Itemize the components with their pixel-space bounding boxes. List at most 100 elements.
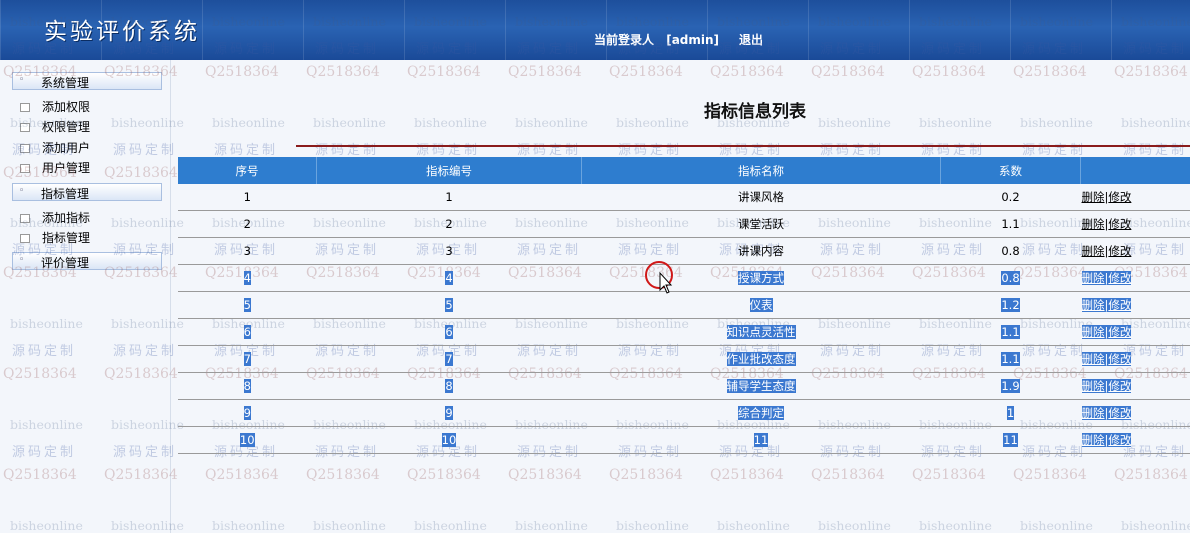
delete-link[interactable]: 删除 (1081, 325, 1105, 339)
mouse-cursor-icon (645, 261, 673, 294)
table-row: 9 9 综合判定 1 删除|修改 (178, 399, 1190, 427)
sidebar-group-evaluation[interactable]: ◦ 评价管理 (12, 252, 162, 270)
delete-link[interactable]: 删除 (1082, 217, 1105, 231)
watermark-text: Q2518364 (710, 467, 784, 483)
watermark-text: bisheonline (1020, 518, 1093, 533)
watermark-text: Q2518364 (912, 467, 986, 483)
collapse-icon: ◦ (19, 255, 25, 265)
column-header-code: 指标编号 (316, 157, 582, 184)
tree-node-icon (20, 123, 30, 132)
watermark-text: 源码定制 (1123, 143, 1188, 158)
watermark-text: 源码定制 (416, 143, 481, 158)
edit-link[interactable]: 修改 (1108, 352, 1132, 366)
tree-node-icon (20, 234, 30, 243)
watermark-text: bisheonline (414, 115, 487, 130)
cell-code: 5 (316, 291, 582, 319)
cell-coef: 1.2 (940, 291, 1081, 319)
table-row: 6 6 知识点灵活性 1.1 删除|修改 (178, 318, 1190, 346)
sidebar-item-add-permission[interactable]: 添加权限 (20, 98, 90, 114)
login-label: 当前登录人 (594, 33, 655, 47)
cell-code: 8 (316, 372, 582, 400)
cell-code: 3 (316, 237, 582, 265)
delete-link[interactable]: 删除 (1081, 352, 1105, 366)
edit-link[interactable]: 修改 (1108, 190, 1131, 204)
sidebar-item-indicator-manage[interactable]: 指标管理 (20, 229, 90, 245)
watermark-text: bisheonline (818, 518, 891, 533)
sidebar-item-user-manage[interactable]: 用户管理 (20, 159, 90, 175)
edit-link[interactable]: 修改 (1108, 406, 1132, 420)
edit-link[interactable]: 修改 (1108, 271, 1132, 285)
watermark-text: bisheonline (313, 115, 386, 130)
watermark-text: 源码定制 (618, 143, 683, 158)
watermark-text: bisheonline (818, 115, 891, 130)
collapse-icon: ◦ (19, 186, 25, 196)
cell-seq: 3 (178, 237, 317, 265)
table-row: 8 8 辅导学生态度 1.9 删除|修改 (178, 372, 1190, 400)
sidebar-item-add-indicator[interactable]: 添加指标 (20, 209, 90, 225)
delete-link[interactable]: 删除 (1081, 379, 1105, 393)
watermark-text: Q2518364 (1114, 64, 1188, 80)
delete-link[interactable]: 删除 (1081, 433, 1105, 447)
cell-actions: 删除|修改 (1080, 291, 1190, 319)
logout-link[interactable]: 退出 (739, 31, 763, 48)
delete-link[interactable]: 删除 (1081, 298, 1105, 312)
edit-link[interactable]: 修改 (1108, 379, 1132, 393)
cell-code: 1 (316, 184, 582, 211)
watermark-text: Q2518364 (811, 467, 885, 483)
watermark-text: Q2518364 (609, 64, 683, 80)
edit-link[interactable]: 修改 (1108, 325, 1132, 339)
watermark-text: bisheonline (515, 115, 588, 130)
cell-coef: 1.1 (940, 210, 1081, 238)
watermark-text: bisheonline (919, 115, 992, 130)
delete-link[interactable]: 删除 (1081, 406, 1105, 420)
cell-code: 9 (316, 399, 582, 427)
delete-link[interactable]: 删除 (1082, 244, 1105, 258)
cell-name: 讲课内容 (581, 237, 941, 265)
table-row: 2 2 课堂活跃 1.1 删除|修改 (178, 210, 1190, 238)
edit-link[interactable]: 修改 (1108, 433, 1132, 447)
sidebar-item-add-user[interactable]: 添加用户 (20, 139, 90, 155)
cell-seq: 6 (178, 318, 317, 346)
watermark-text: Q2518364 (508, 467, 582, 483)
column-header-seq: 序号 (178, 157, 317, 184)
edit-link[interactable]: 修改 (1108, 217, 1131, 231)
cell-actions: 删除|修改 (1080, 264, 1190, 292)
cell-actions: 删除|修改 (1080, 318, 1190, 346)
column-header-coef: 系数 (940, 157, 1081, 184)
table-row: 3 3 讲课内容 0.8 删除|修改 (178, 237, 1190, 265)
cell-name: 课堂活跃 (581, 210, 941, 238)
watermark-text: bisheonline (616, 518, 689, 533)
cell-seq: 8 (178, 372, 317, 400)
watermark-text: Q2518364 (912, 64, 986, 80)
delete-link[interactable]: 删除 (1081, 271, 1105, 285)
watermark-text: bisheonline (1121, 115, 1190, 130)
sidebar-group-system[interactable]: ◦ 系统管理 (12, 72, 162, 90)
cell-seq: 5 (178, 291, 317, 319)
delete-link[interactable]: 删除 (1082, 190, 1105, 204)
watermark-text: 源码定制 (1022, 143, 1087, 158)
sidebar: ◦ 系统管理 添加权限 权限管理 添加用户 用户管理 ◦ 指标管理 添加指标 指… (0, 60, 171, 533)
watermark-text: bisheonline (616, 115, 689, 130)
watermark-text: bisheonline (212, 518, 285, 533)
watermark-text: 源码定制 (719, 143, 784, 158)
table-header-row: 序号 指标编号 指标名称 系数 (178, 157, 1190, 184)
watermark-text: 源码定制 (214, 143, 279, 158)
watermark-text: Q2518364 (205, 467, 279, 483)
cell-name: 辅导学生态度 (581, 372, 941, 400)
edit-link[interactable]: 修改 (1108, 244, 1131, 258)
edit-link[interactable]: 修改 (1108, 298, 1132, 312)
watermark-text: Q2518364 (205, 64, 279, 80)
watermark-text: bisheonline (1121, 518, 1190, 533)
app-title: 实验评价系统 (44, 19, 200, 45)
tree-node-icon (20, 144, 30, 153)
cell-seq: 9 (178, 399, 317, 427)
watermark-text: 源码定制 (315, 143, 380, 158)
watermark-text: Q2518364 (710, 64, 784, 80)
tree-node-icon (20, 164, 30, 173)
tree-node-icon (20, 214, 30, 223)
sidebar-item-permission-manage[interactable]: 权限管理 (20, 118, 90, 134)
watermark-text: bisheonline (1020, 115, 1093, 130)
watermark-text: Q2518364 (306, 467, 380, 483)
sidebar-group-indicator[interactable]: ◦ 指标管理 (12, 183, 162, 201)
cell-seq: 1 (178, 184, 317, 211)
